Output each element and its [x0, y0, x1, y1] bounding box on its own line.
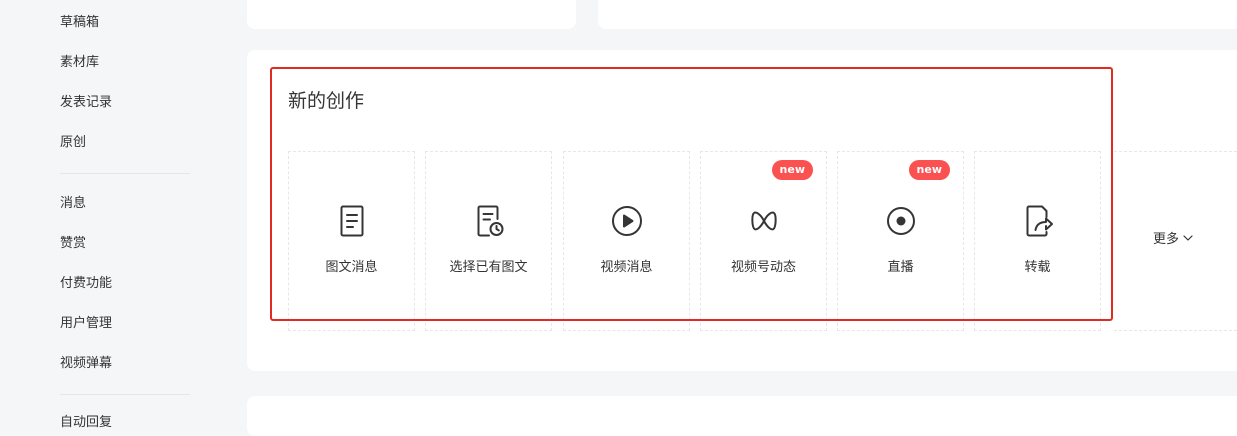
sidebar-divider	[60, 394, 190, 395]
tile-channels-post[interactable]: new 视频号动态	[700, 151, 827, 331]
sidebar-item-drafts[interactable]: 草稿箱	[60, 14, 99, 32]
sidebar-item-materials[interactable]: 素材库	[60, 54, 99, 72]
more-label: 更多	[1153, 232, 1180, 247]
sidebar-divider	[60, 173, 190, 174]
sidebar-item-paid-features[interactable]: 付费功能	[60, 275, 112, 293]
play-icon	[610, 204, 644, 238]
share-icon	[1021, 204, 1055, 238]
sidebar-item-user-management[interactable]: 用户管理	[60, 315, 112, 333]
more-button[interactable]: 更多	[1153, 231, 1193, 249]
top-left-card	[247, 0, 576, 29]
tile-label: 视频号动态	[730, 260, 796, 275]
bottom-card	[247, 396, 1237, 436]
sidebar-item-publish-records[interactable]: 发表记录	[60, 94, 112, 112]
sidebar-item-messages[interactable]: 消息	[60, 195, 86, 213]
tile-select-existing-article[interactable]: 选择已有图文	[425, 151, 552, 331]
document-clock-icon	[472, 204, 506, 238]
tile-label: 转载	[1024, 260, 1051, 275]
sidebar-item-auto-reply[interactable]: 自动回复	[60, 414, 112, 432]
top-right-card	[598, 0, 1237, 29]
tile-article-message[interactable]: 图文消息	[288, 151, 415, 331]
tile-repost[interactable]: 转载	[974, 151, 1101, 331]
tile-live[interactable]: new 直播	[837, 151, 964, 331]
document-icon	[335, 204, 369, 238]
tile-label: 选择已有图文	[449, 260, 528, 275]
sidebar-item-original[interactable]: 原创	[60, 134, 86, 152]
sidebar-item-video-danmaku[interactable]: 视频弹幕	[60, 355, 112, 373]
new-badge: new	[771, 160, 813, 180]
sidebar: 草稿箱 素材库 发表记录 原创 消息 赞赏 付费功能 用户管理 视频弹幕 自动回…	[0, 0, 247, 430]
tile-label: 直播	[887, 260, 914, 275]
sidebar-item-rewards[interactable]: 赞赏	[60, 235, 86, 253]
chevron-down-icon	[1183, 229, 1193, 247]
section-title: 新的创作	[288, 90, 365, 112]
channels-icon	[747, 204, 781, 238]
live-dot-icon	[884, 204, 918, 238]
new-badge: new	[908, 160, 950, 180]
tile-label: 视频消息	[600, 260, 653, 275]
tile-video-message[interactable]: 视频消息	[563, 151, 690, 331]
tile-label: 图文消息	[325, 260, 378, 275]
